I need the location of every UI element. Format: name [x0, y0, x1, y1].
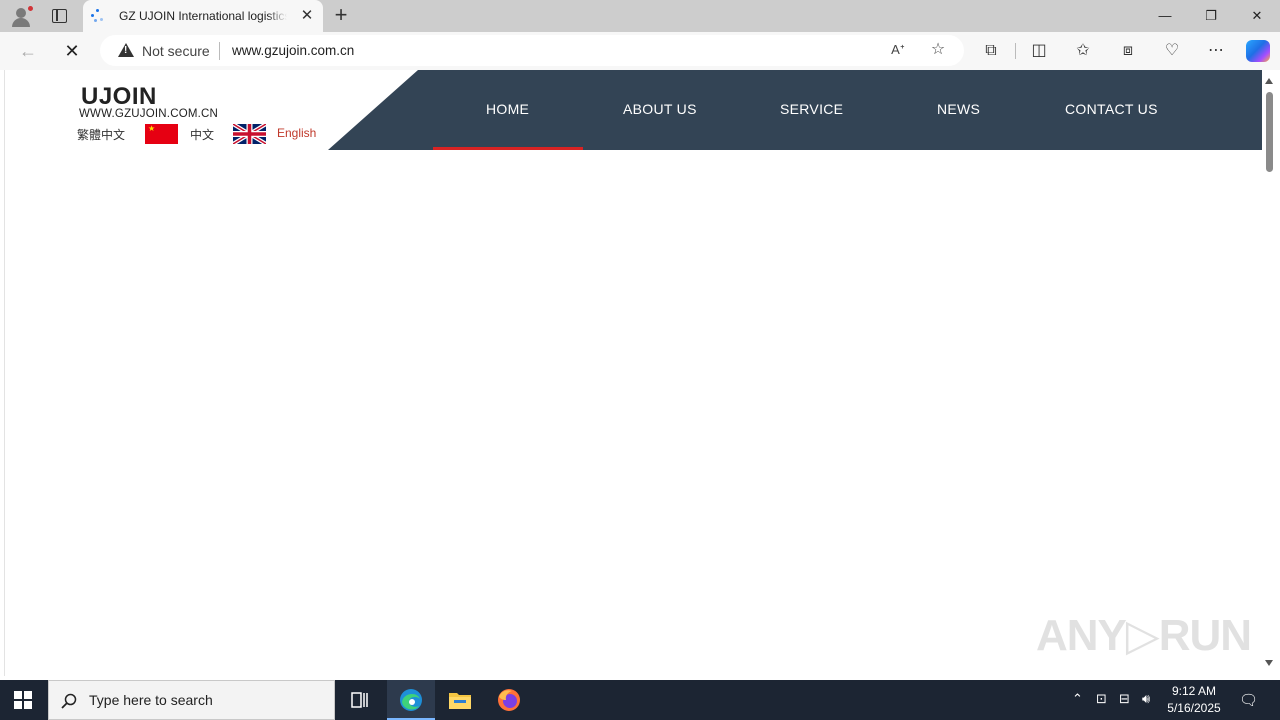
- nav-about-us[interactable]: ABOUT US: [623, 101, 697, 117]
- url-text[interactable]: www.gzujoin.com.cn: [232, 43, 354, 58]
- copilot-icon[interactable]: [1246, 40, 1270, 62]
- browser-essentials-icon[interactable]: ♡: [1161, 41, 1183, 61]
- search-placeholder: Type here to search: [89, 692, 213, 708]
- show-hidden-icons-chevron-icon[interactable]: ⌃: [1072, 691, 1083, 707]
- more-options-icon[interactable]: ⋯: [1205, 41, 1227, 61]
- lang-traditional-chinese-link[interactable]: 繁體中文: [77, 126, 125, 143]
- browser-toolbar: ← ✕ Not secure www.gzujoin.com.cn Aᐩ ☆ ⧉…: [0, 32, 1280, 70]
- anyrun-watermark: ANY▷RUN: [1036, 611, 1252, 660]
- back-arrow-icon[interactable]: ←: [14, 38, 42, 64]
- profile-avatar-icon[interactable]: [10, 5, 34, 27]
- stop-loading-icon[interactable]: ✕: [58, 38, 86, 64]
- windows-start-icon[interactable]: [14, 691, 32, 709]
- extensions-icon[interactable]: ⧉: [980, 41, 1002, 61]
- loading-spinner-icon: [91, 9, 105, 23]
- nav-home[interactable]: HOME: [486, 101, 529, 117]
- edge-browser-icon[interactable]: [387, 680, 435, 720]
- page-viewport: UJOIN WWW.GZUJOIN.COM.CN 繁體中文 ★ 中文 Engli…: [4, 70, 1262, 676]
- tab-close-icon[interactable]: ✕: [299, 8, 315, 24]
- address-bar[interactable]: Not secure www.gzujoin.com.cn Aᐩ ☆: [100, 35, 964, 66]
- scroll-up-arrow-icon[interactable]: [1265, 78, 1273, 84]
- clock-date[interactable]: 5/16/2025: [1162, 701, 1226, 715]
- nav-contact-us[interactable]: CONTACT US: [1065, 101, 1158, 117]
- read-aloud-icon[interactable]: Aᐩ: [888, 40, 908, 60]
- search-icon: [61, 693, 77, 709]
- scrollbar-thumb[interactable]: [1266, 92, 1273, 172]
- new-tab-button[interactable]: +: [330, 4, 352, 26]
- nav-active-indicator: [433, 147, 583, 150]
- restore-button[interactable]: ❐: [1188, 0, 1234, 32]
- site-header: UJOIN WWW.GZUJOIN.COM.CN 繁體中文 ★ 中文 Engli…: [5, 70, 1262, 150]
- minimize-button[interactable]: —: [1142, 0, 1188, 32]
- clock-time[interactable]: 9:12 AM: [1166, 684, 1222, 698]
- firefox-icon[interactable]: [485, 680, 533, 720]
- collections-icon[interactable]: ⧈: [1117, 41, 1139, 61]
- security-indicator[interactable]: Not secure: [142, 43, 210, 59]
- lang-english-link[interactable]: English: [277, 126, 316, 140]
- windows-taskbar: Type here to search ⌃ ⊡ ⊟ 🔊︎ 9:12 AM 5/1…: [0, 680, 1280, 720]
- divider: [1015, 43, 1016, 59]
- nav-service[interactable]: SERVICE: [780, 101, 843, 117]
- browser-tab-active[interactable]: GZ UJOIN International logistics Co.,Ltd…: [83, 0, 323, 32]
- favorites-icon[interactable]: ✩: [1072, 41, 1094, 61]
- scroll-down-arrow-icon[interactable]: [1265, 660, 1273, 666]
- divider: [219, 42, 220, 60]
- site-logo-url: WWW.GZUJOIN.COM.CN: [79, 108, 219, 120]
- split-screen-icon[interactable]: ◫: [1028, 41, 1050, 61]
- tab-actions-icon[interactable]: [52, 9, 67, 23]
- close-window-button[interactable]: ✕: [1234, 0, 1280, 32]
- notifications-icon[interactable]: 🗨︎: [1239, 691, 1258, 709]
- file-explorer-icon[interactable]: [436, 680, 484, 720]
- task-view-icon[interactable]: [336, 680, 384, 720]
- uk-flag-icon[interactable]: [233, 124, 266, 144]
- favorite-star-icon[interactable]: ☆: [928, 40, 948, 60]
- china-flag-icon[interactable]: ★: [145, 124, 178, 144]
- page-scrollbar[interactable]: [1262, 70, 1276, 676]
- meet-now-icon[interactable]: ⊡: [1096, 691, 1107, 707]
- browser-tabstrip: GZ UJOIN International logistics Co.,Ltd…: [0, 0, 1280, 32]
- site-logo[interactable]: UJOIN: [81, 83, 157, 111]
- tab-title: GZ UJOIN International logistics Co.,Ltd: [119, 9, 287, 25]
- taskbar-search-box[interactable]: Type here to search: [48, 680, 335, 720]
- network-icon[interactable]: ⊟: [1119, 691, 1130, 707]
- nav-news[interactable]: NEWS: [937, 101, 980, 117]
- warning-icon[interactable]: [118, 43, 134, 57]
- lang-simplified-chinese-link[interactable]: 中文: [190, 126, 214, 143]
- volume-icon[interactable]: 🔊︎: [1142, 691, 1150, 707]
